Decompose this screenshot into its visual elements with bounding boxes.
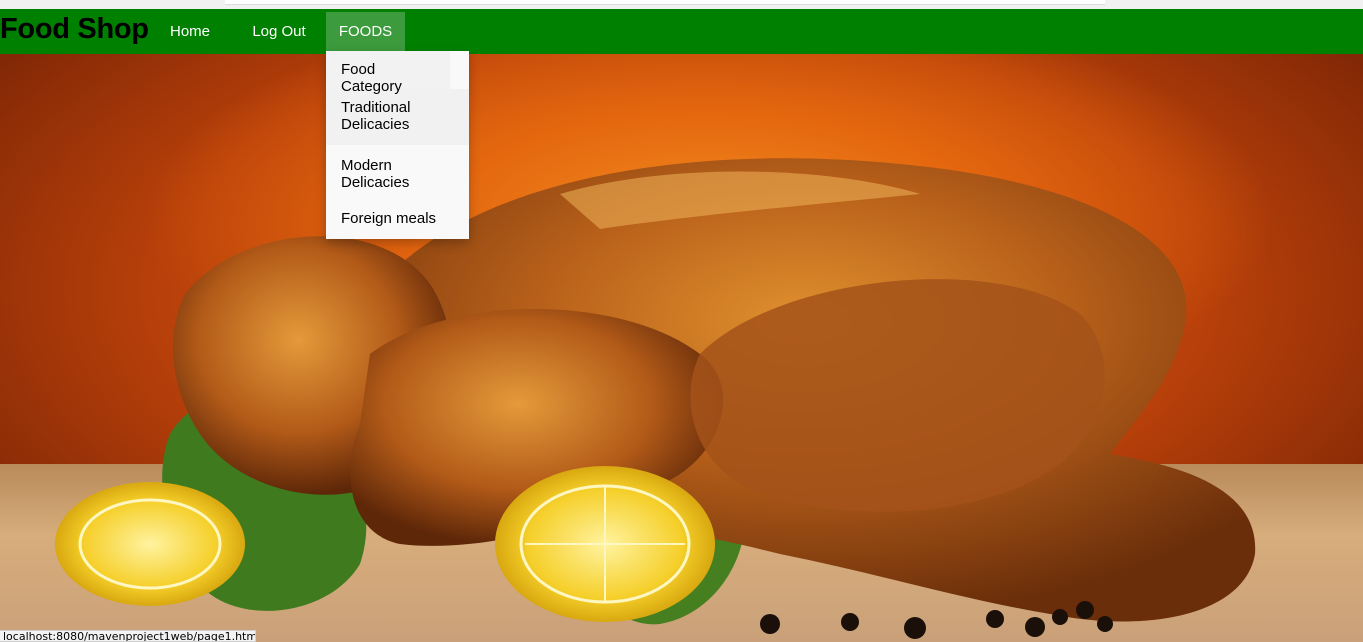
status-bar-url: localhost:8080/mavenproject1web/page1.ht… xyxy=(0,630,256,642)
brand-title: Food Shop xyxy=(0,13,149,45)
nav-foods-dropdown-toggle[interactable]: FOODS xyxy=(326,12,405,54)
nav-logout-link[interactable]: Log Out xyxy=(238,9,320,54)
hero-food-image xyxy=(0,54,1363,642)
lemon-slice-center xyxy=(495,466,715,622)
dropdown-item-food-category[interactable]: Food Category xyxy=(326,51,450,95)
top-navbar: Food Shop Home Log Out FOODS xyxy=(0,9,1363,54)
roast-chicken-illustration xyxy=(55,158,1256,639)
dropdown-item-modern-delicacies[interactable]: Modern Delicacies xyxy=(326,145,469,201)
dropdown-item-foreign-meals[interactable]: Foreign meals xyxy=(326,201,469,239)
lemon-slice-left xyxy=(55,482,245,606)
browser-address-area xyxy=(225,0,1105,5)
nav-home-link[interactable]: Home xyxy=(157,9,223,54)
browser-top-strip xyxy=(0,0,1363,9)
foods-dropdown-menu: Food Category Traditional Delicacies Mod… xyxy=(326,51,469,239)
dropdown-item-traditional-delicacies[interactable]: Traditional Delicacies xyxy=(326,89,469,145)
